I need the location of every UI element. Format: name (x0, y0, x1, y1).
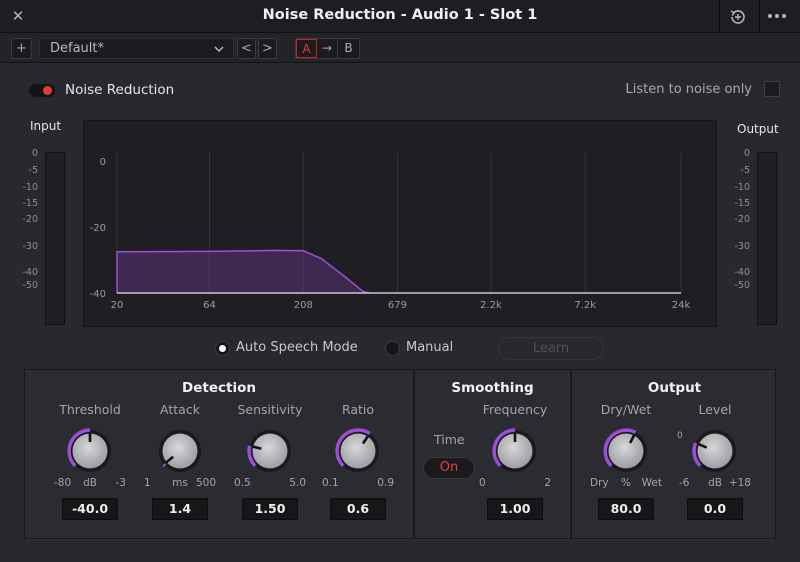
ratio-value-field[interactable]: 0.6 (330, 498, 386, 520)
smoothing-title: Smoothing (451, 380, 534, 396)
ratio-knob[interactable] (333, 426, 383, 476)
add-preset-button[interactable]: + (11, 38, 32, 59)
time-on-button[interactable]: On (423, 457, 475, 479)
controls-panel: Detection Smoothing Output Time On Thres… (24, 369, 776, 539)
sensitivity-knob[interactable] (245, 426, 295, 476)
y-tick-label: -20 (90, 223, 106, 234)
auto-speech-radio[interactable] (215, 341, 230, 356)
attack-knob[interactable] (155, 426, 205, 476)
input-meter-tick: -15 (22, 198, 38, 209)
input-meter (45, 152, 65, 325)
power-indicator-icon (43, 86, 52, 95)
sensitivity-label: Sensitivity (237, 402, 303, 417)
prev-preset-button[interactable]: < (237, 38, 256, 59)
x-tick-label: 64 (203, 300, 216, 311)
input-meter-tick: -50 (22, 280, 38, 291)
history-icon[interactable] (727, 6, 749, 28)
input-meter-tick: 0 (31, 148, 38, 159)
y-tick-label: -40 (90, 289, 106, 300)
noise-profile-graph: 0 -20 -40 20 64 208 679 2.2k 7.2k 24k (83, 120, 717, 327)
window-title: Noise Reduction - Audio 1 - Slot 1 (262, 7, 538, 23)
learn-button[interactable]: Learn (498, 337, 604, 360)
ratio-max-label: 0.9 (377, 477, 394, 489)
sensitivity-value-field[interactable]: 1.50 (242, 498, 298, 520)
preset-dropdown[interactable]: Default* (39, 38, 234, 59)
threshold-label: Threshold (59, 402, 121, 417)
divider (719, 0, 720, 33)
noise-profile-chart: 0 -20 -40 20 64 208 679 2.2k 7.2k 24k (90, 153, 691, 311)
divider (759, 0, 760, 33)
preset-value: Default* (50, 41, 104, 56)
ratio-label: Ratio (341, 402, 375, 417)
output-meter-tick: -5 (740, 165, 750, 176)
time-label: Time (434, 432, 465, 447)
input-meter-tick: -5 (28, 165, 38, 176)
dry-wet-max-label: Wet (641, 477, 662, 489)
attack-label: Attack (160, 402, 200, 417)
level-zero-mark: 0 (677, 431, 683, 441)
level-knob[interactable] (690, 426, 740, 476)
input-meter-tick: -10 (22, 182, 38, 193)
next-preset-button[interactable]: > (258, 38, 277, 59)
dry-wet-knob[interactable] (601, 426, 651, 476)
auto-speech-label: Auto Speech Mode (236, 340, 358, 355)
chevron-down-icon (213, 40, 225, 61)
sensitivity-max-label: 5.0 (289, 477, 306, 489)
output-meter (757, 152, 777, 325)
series-area (117, 250, 370, 293)
output-meter-tick: -40 (734, 267, 750, 278)
input-meter-tick: -40 (22, 267, 38, 278)
x-tick-label: 208 (294, 300, 313, 311)
output-meter-tick: -20 (734, 214, 750, 225)
ab-compare: A → B (295, 38, 360, 59)
listen-noise-checkbox[interactable] (764, 81, 780, 97)
frequency-knob[interactable] (490, 426, 540, 476)
attack-value-field[interactable]: 1.4 (152, 498, 208, 520)
input-meter-tick: -30 (22, 241, 38, 252)
dry-wet-value-field[interactable]: 80.0 (598, 498, 654, 520)
listen-label: Listen to noise only (625, 82, 752, 97)
copy-a-to-b-button[interactable]: → (317, 39, 338, 58)
level-max-label: +18 (728, 477, 751, 489)
input-meter-title: Input (30, 119, 62, 133)
dry-wet-label: Dry/Wet (600, 402, 652, 417)
output-meter-tick: -15 (734, 198, 750, 209)
threshold-value-field[interactable]: -40.0 (62, 498, 118, 520)
frequency-max-label: 2 (544, 477, 551, 489)
detection-title: Detection (182, 380, 256, 396)
attack-max-label: 500 (195, 477, 216, 489)
more-icon[interactable] (768, 14, 786, 18)
noise-reduction-label: Noise Reduction (65, 82, 175, 98)
y-tick-label: 0 (100, 157, 106, 168)
input-meter-tick: -20 (22, 214, 38, 225)
plugin-body: Noise Reduction Listen to noise only Inp… (0, 64, 800, 562)
output-meter-title: Output (737, 122, 779, 136)
frequency-label: Frequency (482, 402, 548, 417)
noise-reduction-toggle[interactable] (29, 84, 55, 97)
x-tick-label: 679 (388, 300, 407, 311)
mode-selector: Auto Speech Mode Manual Learn (0, 337, 800, 361)
x-tick-label: 2.2k (480, 300, 502, 311)
threshold-knob[interactable] (65, 426, 115, 476)
level-value-field[interactable]: 0.0 (687, 498, 743, 520)
frequency-value-field[interactable]: 1.00 (487, 498, 543, 520)
output-meter-tick: -10 (734, 182, 750, 193)
level-label: Level (698, 402, 732, 417)
output-meter-tick: -30 (734, 241, 750, 252)
manual-label: Manual (406, 340, 454, 355)
output-meter-tick: 0 (743, 148, 750, 159)
title-bar: ✕ Noise Reduction - Audio 1 - Slot 1 (0, 0, 800, 33)
x-tick-label: 20 (111, 300, 124, 311)
x-tick-label: 7.2k (574, 300, 596, 311)
x-tick-label: 24k (672, 300, 691, 311)
output-title: Output (647, 380, 702, 396)
a-button[interactable]: A (296, 39, 317, 58)
manual-radio[interactable] (385, 341, 400, 356)
output-meter-tick: -50 (734, 280, 750, 291)
threshold-max-label: -3 (115, 477, 126, 489)
b-button[interactable]: B (338, 39, 359, 58)
preset-toolbar: + Default* < > A → B (0, 33, 800, 63)
